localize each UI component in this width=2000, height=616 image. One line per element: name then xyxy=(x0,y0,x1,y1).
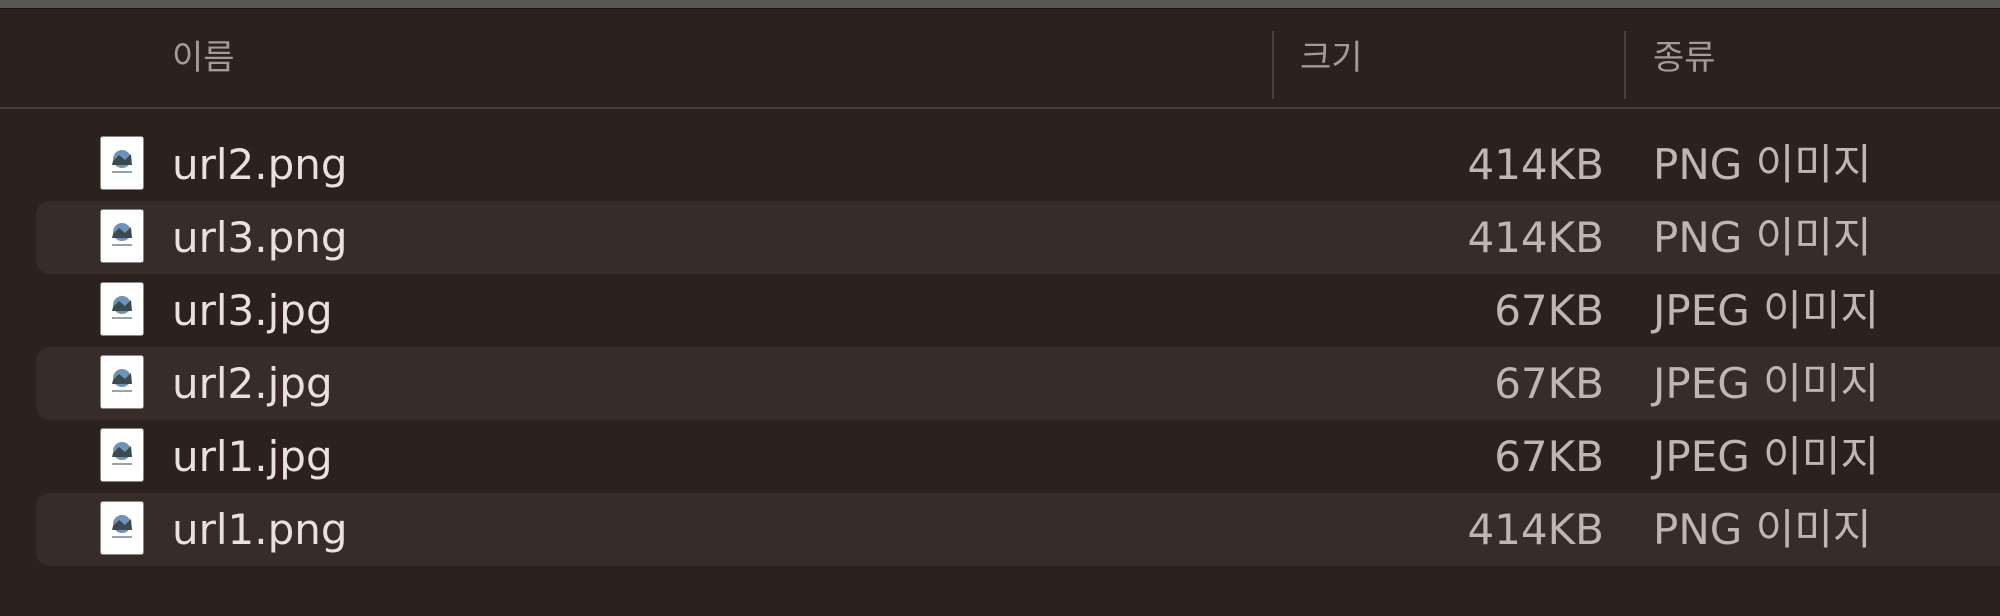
file-kind: PNG 이미지 xyxy=(1653,505,1872,554)
file-kind: PNG 이미지 xyxy=(1653,140,1872,189)
file-name: url2.png xyxy=(172,140,348,189)
file-row[interactable]: url3.png 414KB PNG 이미지 xyxy=(0,201,2000,274)
file-size: 414KB xyxy=(1467,140,1604,189)
image-file-icon xyxy=(101,356,143,408)
file-size: 67KB xyxy=(1494,286,1604,335)
file-size: 67KB xyxy=(1494,359,1604,408)
image-file-icon xyxy=(101,429,143,481)
file-size: 67KB xyxy=(1494,432,1604,481)
image-file-icon xyxy=(101,502,143,554)
column-header-kind[interactable]: 종류 xyxy=(1653,9,1993,107)
column-header-name[interactable]: 이름 xyxy=(172,9,1272,107)
file-row[interactable]: url2.jpg 67KB JPEG 이미지 xyxy=(0,347,2000,420)
window-top-edge xyxy=(0,0,2000,9)
file-name: url2.jpg xyxy=(172,359,333,408)
column-divider[interactable] xyxy=(1624,31,1626,99)
file-kind: JPEG 이미지 xyxy=(1653,359,1880,408)
file-row[interactable]: url3.jpg 67KB JPEG 이미지 xyxy=(0,274,2000,347)
column-divider[interactable] xyxy=(1272,31,1274,99)
column-header-size[interactable]: 크기 xyxy=(1300,9,1620,107)
file-kind: JPEG 이미지 xyxy=(1653,432,1880,481)
file-list: url2.png 414KB PNG 이미지 url3.png 414KB PN… xyxy=(0,128,2000,566)
file-kind: PNG 이미지 xyxy=(1653,213,1872,262)
file-row[interactable]: url1.png 414KB PNG 이미지 xyxy=(0,493,2000,566)
image-file-icon xyxy=(101,210,143,262)
column-header: 이름 크기 종류 xyxy=(0,9,2000,109)
image-file-icon xyxy=(101,137,143,189)
file-name: url3.jpg xyxy=(172,286,333,335)
file-size: 414KB xyxy=(1467,505,1604,554)
file-row[interactable]: url1.jpg 67KB JPEG 이미지 xyxy=(0,420,2000,493)
image-file-icon xyxy=(101,283,143,335)
file-name: url1.png xyxy=(172,505,348,554)
file-kind: JPEG 이미지 xyxy=(1653,286,1880,335)
file-name: url1.jpg xyxy=(172,432,333,481)
file-name: url3.png xyxy=(172,213,348,262)
file-row[interactable]: url2.png 414KB PNG 이미지 xyxy=(0,128,2000,201)
file-size: 414KB xyxy=(1467,213,1604,262)
